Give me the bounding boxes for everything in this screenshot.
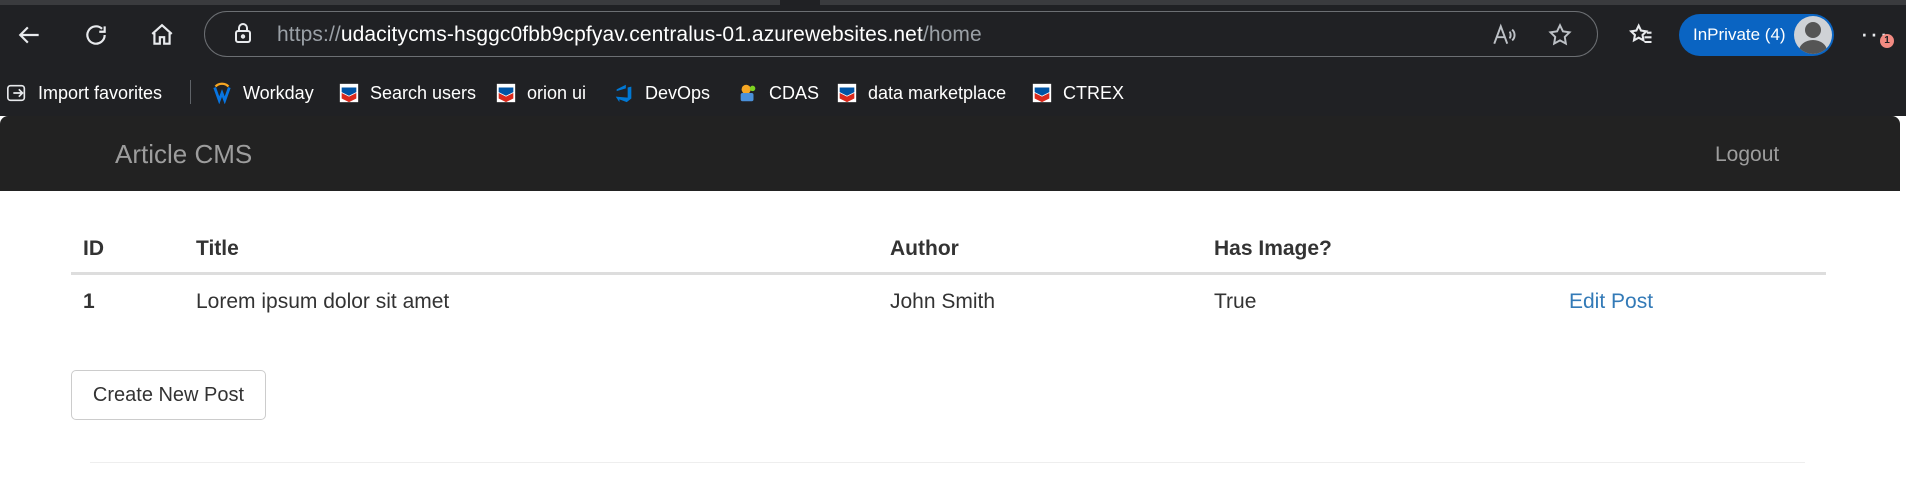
- lock-icon[interactable]: [231, 21, 257, 47]
- bookmark-import-favorites[interactable]: Import favorites: [6, 78, 162, 108]
- tab-strip: [820, 0, 1906, 5]
- bookmark-label: data marketplace: [868, 82, 1007, 103]
- url-host: udacitycms-hsggc0fbb9cpfyav.centralus-01…: [340, 23, 923, 46]
- bookmark-label: Search users: [370, 82, 477, 103]
- tab-strip: [0, 0, 780, 5]
- home-button[interactable]: [142, 15, 182, 55]
- logout-link[interactable]: Logout: [1715, 143, 1779, 167]
- bookmark-label: Workday: [243, 82, 314, 103]
- chevron-icon: [837, 83, 857, 103]
- bookmarks-bar: Import favorites Workday Search users or…: [0, 72, 1906, 116]
- bookmark-devops[interactable]: DevOps: [613, 78, 710, 108]
- posts-table: ID Title Author Has Image? 1 Lorem ipsum…: [71, 226, 1826, 328]
- notification-badge: 1: [1880, 34, 1894, 48]
- cell-author: John Smith: [890, 289, 996, 313]
- refresh-button[interactable]: [76, 15, 116, 55]
- table-header-row: ID Title Author Has Image?: [71, 226, 1826, 275]
- cell-has-image: True: [1214, 289, 1257, 313]
- avatar: [1794, 16, 1832, 54]
- column-header-title: Title: [184, 226, 878, 275]
- bookmark-label: Import favorites: [38, 82, 163, 103]
- column-header-id: ID: [71, 226, 184, 275]
- cell-id: 1: [83, 289, 95, 313]
- column-header-has-image: Has Image?: [1202, 226, 1557, 275]
- cdas-icon: [740, 84, 756, 102]
- cell-actions: Edit Post: [1557, 274, 1826, 329]
- create-new-post-button[interactable]: Create New Post: [71, 370, 266, 420]
- edit-post-link[interactable]: Edit Post: [1569, 290, 1653, 313]
- read-aloud-icon[interactable]: [1489, 20, 1519, 50]
- refresh-icon: [86, 25, 106, 45]
- column-header-actions: [1557, 226, 1826, 275]
- inprivate-button[interactable]: InPrivate (4): [1679, 14, 1834, 56]
- bookmark-ctrex[interactable]: CTREX: [1031, 78, 1124, 108]
- app-navbar: Article CMS Logout: [0, 116, 1900, 191]
- brand-link[interactable]: Article CMS: [115, 139, 252, 170]
- browser-toolbar: https://udacitycms-hsggc0fbb9cpfyav.cent…: [0, 0, 1906, 72]
- bookmark-cdas[interactable]: CDAS: [737, 78, 819, 108]
- bookmark-search-users[interactable]: Search users: [338, 78, 476, 108]
- chevron-icon: [339, 83, 359, 103]
- footer-divider: [90, 462, 1805, 463]
- home-icon: [151, 23, 173, 45]
- back-button[interactable]: [10, 15, 50, 55]
- workday-icon: [213, 82, 231, 104]
- bookmark-label: orion ui: [527, 82, 587, 103]
- bookmark-workday[interactable]: Workday: [211, 78, 314, 108]
- url-text[interactable]: https://udacitycms-hsggc0fbb9cpfyav.cent…: [277, 23, 982, 47]
- inprivate-label: InPrivate (4): [1693, 25, 1786, 44]
- chevron-icon: [1032, 83, 1052, 103]
- address-bar[interactable]: https://udacitycms-hsggc0fbb9cpfyav.cent…: [204, 11, 1598, 57]
- page-viewport: Article CMS Logout ID Title Author Has I…: [0, 116, 1900, 483]
- bookmark-label: CTREX: [1063, 82, 1125, 103]
- url-protocol: https://: [277, 23, 341, 46]
- star-icon[interactable]: [1545, 20, 1575, 50]
- devops-icon: [615, 84, 632, 103]
- table-row: 1 Lorem ipsum dolor sit amet John Smith …: [71, 274, 1826, 329]
- bookmark-data-marketplace[interactable]: data marketplace: [836, 78, 1006, 108]
- url-path: /home: [922, 23, 982, 46]
- cell-title: Lorem ipsum dolor sit amet: [196, 289, 450, 313]
- bookmark-label: DevOps: [645, 82, 711, 103]
- bookmark-separator: [190, 80, 191, 104]
- chevron-icon: [496, 83, 516, 103]
- import-icon: [7, 84, 26, 102]
- column-header-author: Author: [878, 226, 1202, 275]
- bookmark-orion-ui[interactable]: orion ui: [495, 78, 586, 108]
- bookmark-label: CDAS: [769, 82, 820, 103]
- back-arrow-icon: [18, 26, 39, 44]
- favorites-icon[interactable]: [1621, 15, 1661, 55]
